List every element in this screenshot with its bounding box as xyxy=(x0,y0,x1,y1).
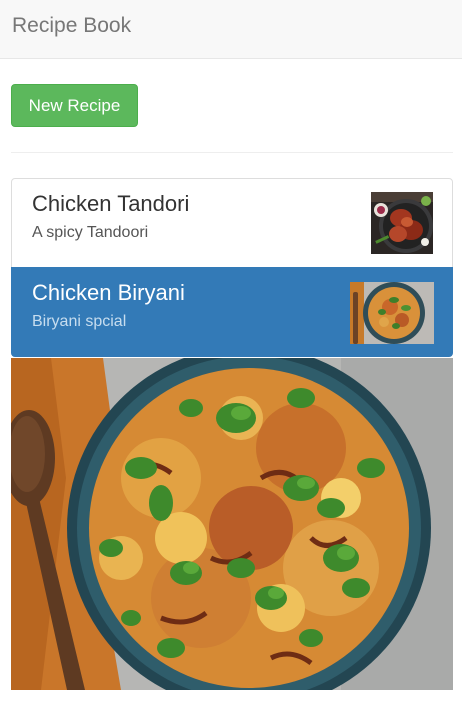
app-brand[interactable]: Recipe Book xyxy=(12,13,131,39)
divider xyxy=(11,152,453,153)
recipe-detail-image xyxy=(11,358,453,690)
recipe-thumbnail xyxy=(371,192,433,254)
biryani-bowl-photo xyxy=(11,358,453,690)
recipe-description: A spicy Tandoori xyxy=(32,224,149,241)
navbar: Recipe Book xyxy=(0,0,462,59)
biryani-bowl-photo xyxy=(350,282,434,344)
recipe-description: Biryani spcial xyxy=(32,313,127,330)
recipe-list-item-chicken-tandori[interactable]: Chicken Tandori A spicy Tandoori xyxy=(11,178,453,268)
tandoori-chicken-photo xyxy=(371,192,433,254)
recipe-name: Chicken Biryani xyxy=(32,280,185,305)
recipe-name: Chicken Tandori xyxy=(32,191,190,216)
recipe-thumbnail xyxy=(350,282,434,344)
recipe-list-item-chicken-biryani[interactable]: Chicken Biryani Biryani spcial xyxy=(11,267,453,357)
new-recipe-button[interactable]: New Recipe xyxy=(11,84,138,127)
recipe-list: Chicken Tandori A spicy Tandoori Chicken… xyxy=(11,178,453,357)
